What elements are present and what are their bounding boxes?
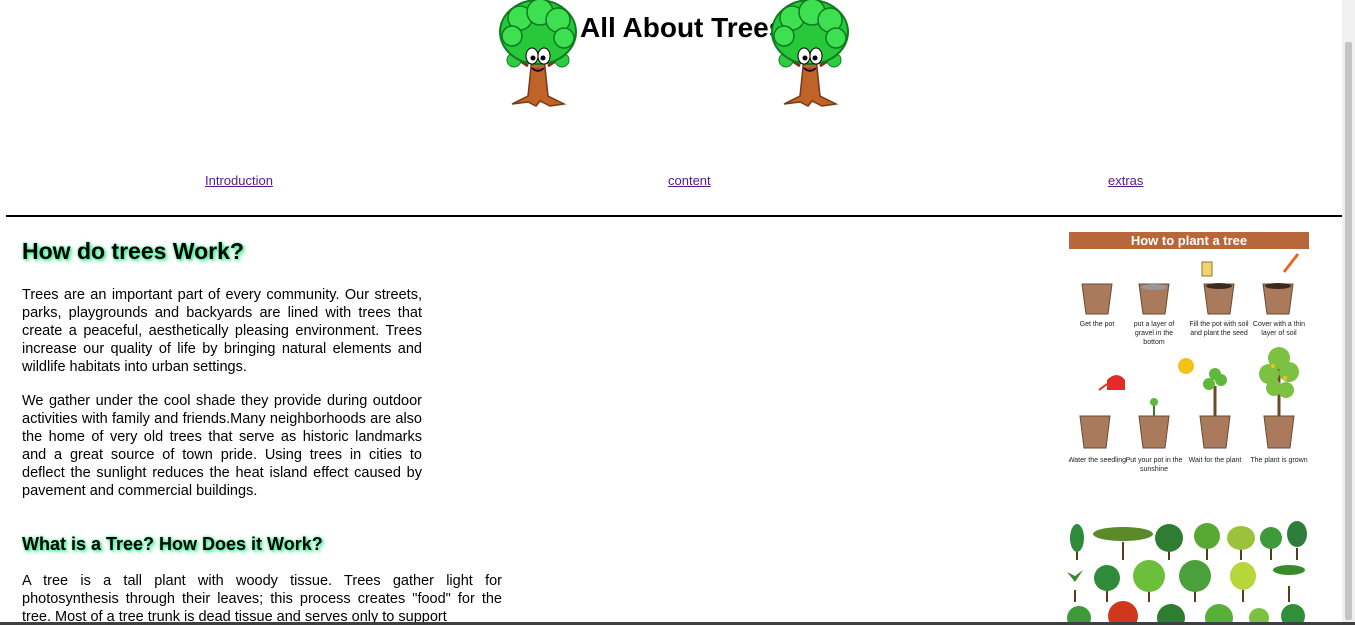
article-paragraph: Trees are an important part of every com…: [22, 287, 422, 375]
step-label: put a layer of gravel in the bottom: [1133, 321, 1175, 346]
nav-link-extras[interactable]: extras: [1108, 173, 1143, 188]
vertical-scrollbar[interactable]: [1342, 0, 1355, 625]
article-paragraph: We gather under the cool shade they prov…: [22, 393, 422, 499]
step-label: Put your pot in the sunshine: [1125, 457, 1183, 473]
section-subheading: What is a Tree? How Does it Work?: [22, 534, 323, 554]
nav-link-introduction[interactable]: Introduction: [205, 173, 273, 188]
step-label: Fill the pot with soil and plant the see…: [1189, 321, 1249, 337]
header-divider: [6, 215, 1343, 217]
plant-steps-illustration: [1079, 253, 1300, 449]
step-label: Cover with a thin layer of soil: [1252, 321, 1306, 337]
scrollbar-thumb[interactable]: [1345, 42, 1352, 620]
step-label: Wait for the plant: [1188, 457, 1242, 464]
article-paragraph: A tree is a tall plant with woody tissue…: [22, 573, 502, 625]
step-label: Get the pot: [1079, 321, 1115, 328]
plant-a-tree-infographic: How to plant a tree Get the pot put a la…: [1069, 232, 1309, 476]
tree-mascot-icon: [771, 0, 849, 107]
site-title: All About Trees: [580, 12, 785, 43]
tree-collection-illustration: [1067, 521, 1307, 625]
step-label: Water the seedling: [1069, 457, 1127, 464]
section-heading: How do trees Work?: [22, 238, 244, 264]
step-label: The plant is grown: [1250, 457, 1308, 464]
page-header: All About Trees: [0, 0, 1342, 120]
tree-collection-image: [1063, 520, 1308, 625]
nav-link-content[interactable]: content: [668, 173, 711, 188]
tree-mascot-icon: [499, 0, 577, 107]
